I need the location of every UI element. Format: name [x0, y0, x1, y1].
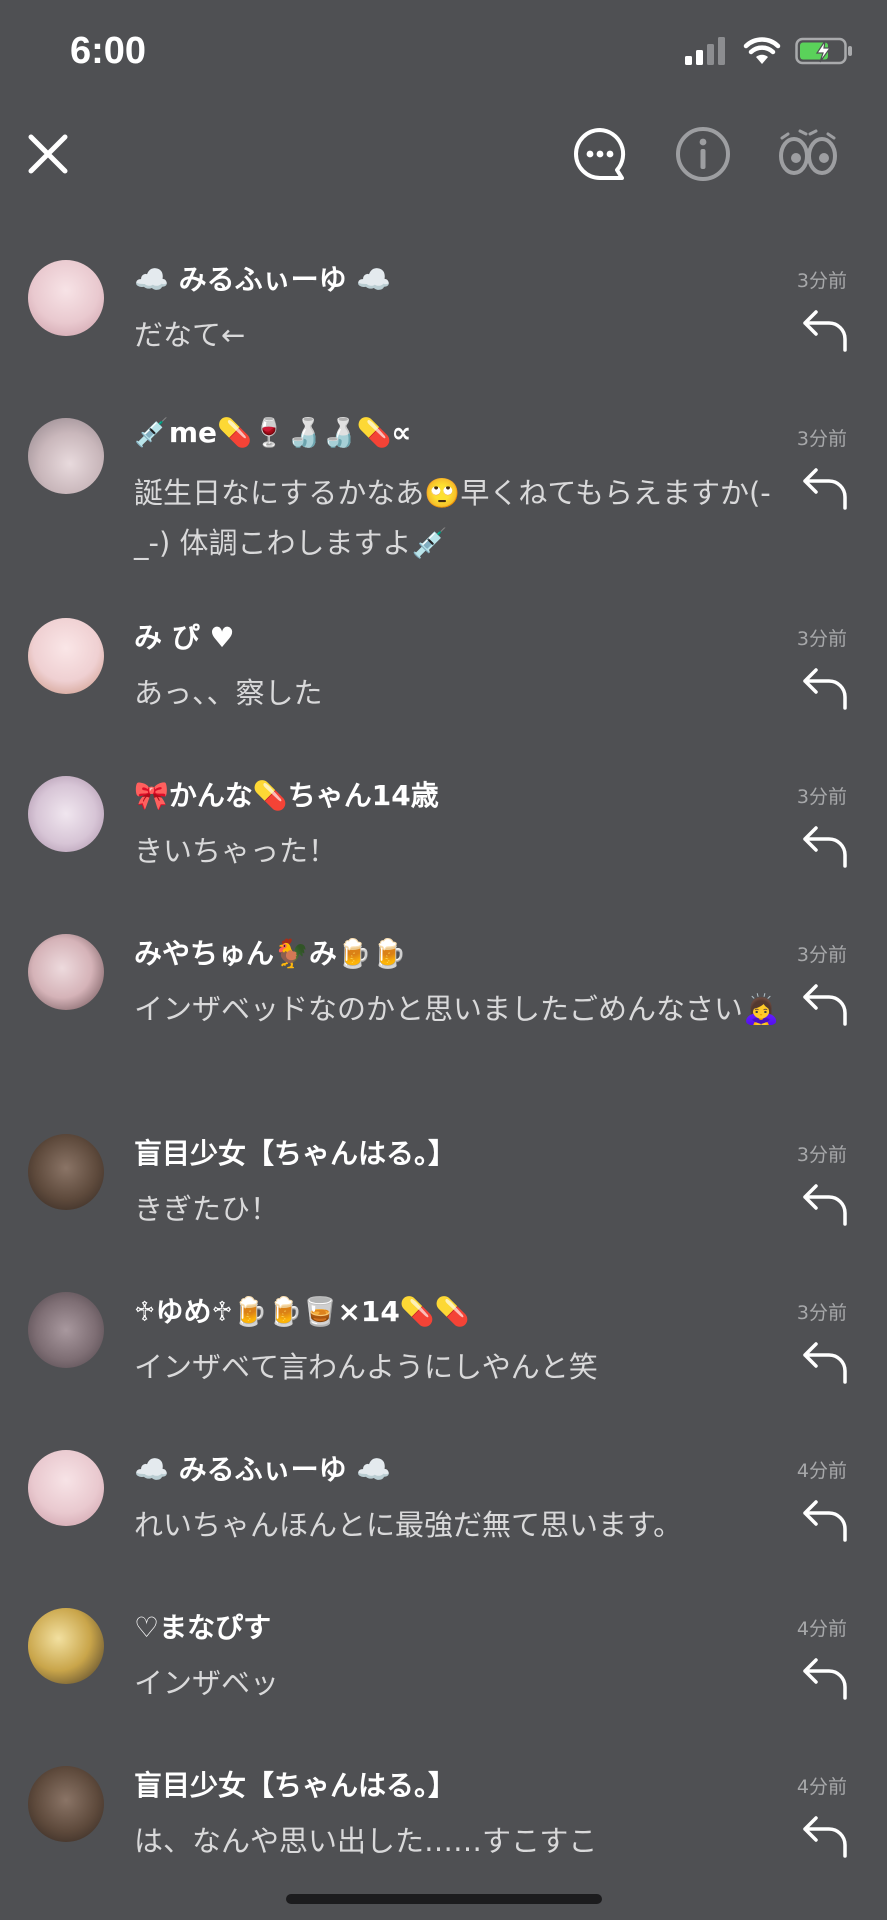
comment-time: 4分前 — [796, 1618, 847, 1640]
home-indicator[interactable] — [286, 1894, 602, 1904]
comment-item: 🎀かんな💊ちゃん14歳 3分前 きいちゃった！ — [0, 768, 887, 926]
comment-time: 4分前 — [796, 1776, 847, 1798]
comment-bubble-icon[interactable] — [570, 124, 630, 184]
comment-item: 盲目少女【ちゃんはる。】 4分前 は、なんや思い出した……すこすこ — [0, 1758, 887, 1916]
comment-time: 4分前 — [796, 1460, 847, 1482]
comment-message: きいちゃった！ — [134, 834, 338, 868]
comment-item: ☁️ みるふぃーゆ ☁️ 4分前 れいちゃんほんとに最強だ無て思います。 — [0, 1442, 887, 1600]
comment-username[interactable]: ♡まなぴす — [134, 1606, 271, 1646]
comment-item: み ぴ ♥ 3分前 あっ、、察した — [0, 610, 887, 768]
comment-message: だなて← — [134, 318, 246, 352]
comment-username[interactable]: み ぴ ♥ — [134, 616, 235, 656]
comment-message: れいちゃんほんとに最強だ無て思います。 — [134, 1508, 683, 1542]
comment-item: 盲目少女【ちゃんはる。】 3分前 きぎたひ！ — [0, 1126, 887, 1284]
comment-time: 3分前 — [796, 628, 847, 650]
info-icon[interactable] — [673, 124, 733, 184]
avatar[interactable] — [28, 260, 104, 336]
comment-username[interactable]: 盲目少女【ちゃんはる。】 — [134, 1132, 456, 1172]
comment-username[interactable]: ☁️ みるふぃーゆ ☁️ — [134, 258, 391, 298]
close-icon[interactable] — [26, 132, 70, 176]
avatar[interactable] — [28, 618, 104, 694]
reply-icon[interactable] — [801, 824, 849, 870]
comment-message: は、なんや思い出した……すこすこ — [134, 1824, 598, 1858]
comment-time: 3分前 — [796, 1302, 847, 1324]
reply-icon[interactable] — [801, 308, 849, 354]
wifi-icon — [743, 37, 781, 64]
comment-message: きぎたひ！ — [134, 1192, 280, 1226]
comment-item: 💉me💊🍷🍶🍶💊∝ 3分前 誕生日なにするかなあ🙄早くねてもらえますか(-_-)… — [0, 410, 887, 610]
signal-icon — [685, 37, 725, 65]
comment-username[interactable]: ♱ゆめ♱🍺🍺🥃×14💊💊 — [134, 1290, 470, 1330]
comment-item: ♱ゆめ♱🍺🍺🥃×14💊💊 3分前 インザベて言わんようにしやんと笑 — [0, 1284, 887, 1442]
reply-icon[interactable] — [801, 982, 849, 1028]
comment-username[interactable]: 🎀かんな💊ちゃん14歳 — [134, 774, 439, 814]
avatar[interactable] — [28, 1134, 104, 1210]
eyes-icon[interactable] — [776, 124, 840, 184]
status-time: 6:00 — [70, 30, 147, 72]
comment-username[interactable]: 盲目少女【ちゃんはる。】 — [134, 1764, 456, 1804]
comment-username[interactable]: みやちゅん🐓み🍺🍺 — [134, 932, 407, 972]
comment-time: 3分前 — [796, 1144, 847, 1166]
comment-item: ♡まなぴす 4分前 インザベッ — [0, 1600, 887, 1758]
comment-list: ☁️ みるふぃーゆ ☁️ 3分前 だなて← 💉me💊🍷🍶🍶💊∝ 3分前 誕生日な… — [0, 252, 887, 1916]
avatar[interactable] — [28, 776, 104, 852]
reply-icon[interactable] — [801, 1340, 849, 1386]
reply-icon[interactable] — [801, 1498, 849, 1544]
comment-message: インザベッ — [134, 1666, 280, 1700]
avatar[interactable] — [28, 418, 104, 494]
comment-time: 3分前 — [796, 786, 847, 808]
comment-time: 3分前 — [796, 428, 847, 450]
comment-message: 誕生日なにするかなあ🙄早くねてもらえますか(-_-) 体調こわしますよ💉 — [134, 476, 771, 560]
comment-time: 3分前 — [796, 270, 847, 292]
comment-item: みやちゅん🐓み🍺🍺 3分前 インザベッドなのかと思いましたごめんなさい🙇‍♀️ — [0, 926, 887, 1126]
avatar[interactable] — [28, 1766, 104, 1842]
avatar[interactable] — [28, 1450, 104, 1526]
reply-icon[interactable] — [801, 666, 849, 712]
reply-icon[interactable] — [801, 1656, 849, 1702]
comment-message: インザベッドなのかと思いましたごめんなさい🙇‍♀️ — [134, 992, 780, 1026]
status-bar: 6:00 — [0, 0, 887, 110]
comment-message: インザベて言わんようにしやんと笑 — [134, 1350, 598, 1384]
header — [0, 120, 887, 190]
avatar[interactable] — [28, 1292, 104, 1368]
reply-icon[interactable] — [801, 1182, 849, 1228]
reply-icon[interactable] — [801, 1814, 849, 1860]
comment-time: 3分前 — [796, 944, 847, 966]
comment-message: あっ、、察した — [134, 676, 323, 710]
avatar[interactable] — [28, 934, 104, 1010]
comment-username[interactable]: ☁️ みるふぃーゆ ☁️ — [134, 1448, 391, 1488]
avatar[interactable] — [28, 1608, 104, 1684]
status-icons — [685, 36, 853, 66]
comment-username[interactable]: 💉me💊🍷🍶🍶💊∝ — [134, 416, 411, 449]
battery-icon — [795, 37, 852, 65]
reply-icon[interactable] — [801, 466, 849, 512]
comment-item: ☁️ みるふぃーゆ ☁️ 3分前 だなて← — [0, 252, 887, 410]
